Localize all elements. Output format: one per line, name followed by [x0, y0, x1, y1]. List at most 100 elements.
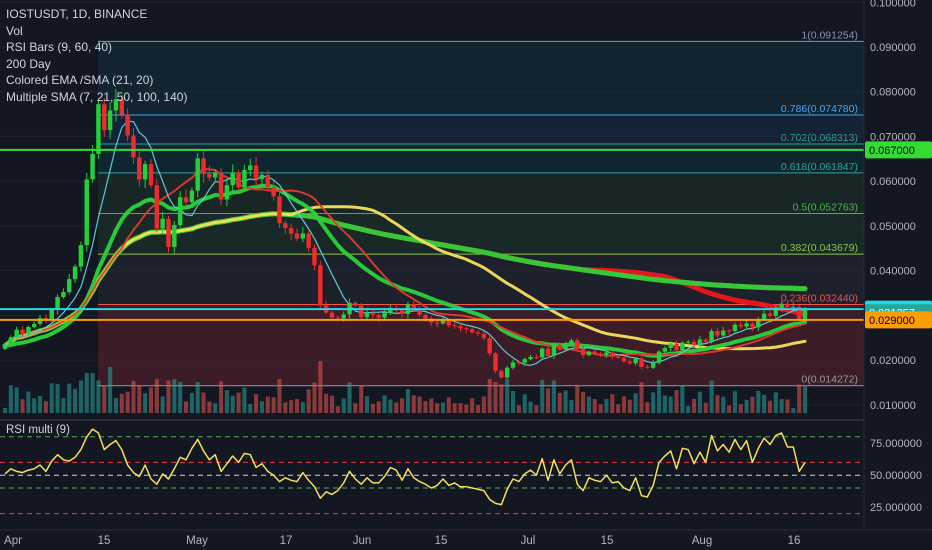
candle-body	[376, 314, 381, 318]
volume-bar	[154, 379, 159, 413]
candle-body	[300, 233, 306, 239]
candle-body	[137, 157, 142, 180]
volume-bar	[37, 395, 43, 413]
volume-bar	[581, 391, 586, 413]
candle-body	[475, 332, 481, 334]
volume-bar	[160, 396, 165, 413]
volume-bar	[242, 387, 247, 413]
candle-body	[487, 338, 492, 354]
candle-body	[14, 329, 19, 338]
candle-body	[172, 224, 177, 247]
candle-body	[738, 324, 743, 327]
fib-zone	[98, 41, 864, 116]
volume-bar	[785, 399, 790, 413]
candle-body	[335, 317, 341, 319]
fib-label: 0.702(0.068313)	[781, 132, 858, 144]
volume-bar	[90, 373, 95, 413]
indicator-colored-ema-sma[interactable]: Colored EMA /SMA (21, 20)	[6, 72, 187, 89]
volume-bar	[475, 405, 481, 413]
candle-body	[639, 358, 644, 367]
volume-bar	[452, 403, 457, 413]
volume-bar	[230, 395, 235, 413]
volume-bar	[598, 404, 603, 413]
volume-bar	[505, 379, 510, 413]
fib-zone	[98, 213, 864, 255]
volume-bar	[633, 393, 638, 413]
volume-bar	[73, 388, 78, 413]
candle-body	[329, 312, 335, 318]
volume-bar	[569, 399, 574, 413]
indicator-volume[interactable]: Vol	[6, 23, 187, 40]
volume-bar	[32, 398, 37, 413]
volume-bar	[680, 385, 685, 413]
volume-bar	[621, 396, 627, 413]
y-tick-label: 0.080000	[870, 87, 916, 99]
x-tick-label: May	[186, 535, 208, 547]
x-tick-label: 15	[601, 535, 614, 547]
candle-body	[674, 343, 679, 351]
indicator-200-day[interactable]: 200 Day	[6, 56, 187, 73]
volume-bar	[376, 401, 381, 413]
volume-bar	[131, 381, 136, 413]
volume-bar	[224, 390, 229, 413]
volume-bar	[265, 396, 270, 413]
candle-body	[656, 351, 662, 363]
candle-body	[78, 245, 84, 267]
volume-bar	[645, 402, 650, 413]
indicator-rsi-bars[interactable]: RSI Bars (9, 60, 40)	[6, 39, 187, 56]
candle-body	[358, 305, 364, 318]
candle-body	[154, 185, 160, 229]
candle-body	[645, 366, 650, 368]
volume-bar	[189, 392, 194, 413]
indicator-multiple-sma[interactable]: Multiple SMA (7, 21, 50, 100, 140)	[6, 89, 187, 106]
candle-body	[382, 312, 387, 318]
volume-bar	[14, 387, 19, 413]
candle-body	[563, 343, 568, 350]
oscillator-title[interactable]: RSI multi (9)	[6, 424, 70, 436]
candle-body	[469, 329, 475, 333]
candle-body	[207, 174, 212, 178]
candle-body	[580, 348, 586, 356]
fib-label: 0.786(0.074780)	[781, 103, 858, 115]
candle-body	[294, 233, 300, 239]
volume-bar	[738, 404, 743, 413]
volume-bar	[540, 379, 545, 413]
candle-body	[90, 153, 95, 180]
candle-body	[464, 328, 469, 330]
candle-body	[802, 309, 808, 319]
candle-body	[2, 345, 8, 349]
volume-bar	[662, 395, 667, 413]
volume-bar	[219, 381, 224, 413]
candle-body	[102, 104, 107, 131]
candle-body	[417, 310, 422, 315]
candle-body	[610, 352, 615, 357]
volume-bar	[8, 385, 13, 413]
volume-bar	[259, 401, 264, 413]
volume-bar	[254, 394, 259, 413]
candle-body	[125, 114, 130, 136]
candle-body	[744, 323, 749, 327]
volume-bar	[236, 392, 241, 413]
candle-body	[721, 330, 726, 336]
candle-body	[504, 367, 510, 378]
fib-label: 0.618(0.061847)	[781, 161, 858, 173]
volume-bar	[709, 380, 714, 413]
candle-body	[55, 297, 60, 310]
candle-body	[288, 228, 294, 234]
chart-legend: IOSTUSDT, 1D, BINANCE Vol RSI Bars (9, 6…	[6, 6, 187, 105]
volume-bar	[656, 380, 662, 413]
volume-bar	[359, 385, 364, 413]
volume-bar	[2, 408, 8, 413]
volume-bar	[458, 403, 463, 413]
candle-body	[528, 356, 533, 360]
volume-bar	[411, 395, 416, 413]
volume-bar	[586, 396, 591, 413]
candle-body	[283, 223, 288, 229]
y-tick-label: 0.050000	[870, 221, 916, 233]
candle-body	[592, 351, 597, 354]
volume-bar	[335, 406, 340, 413]
candle-body	[458, 326, 463, 329]
candle-body	[569, 340, 574, 344]
candle-body	[522, 359, 527, 363]
candle-body	[685, 341, 691, 343]
